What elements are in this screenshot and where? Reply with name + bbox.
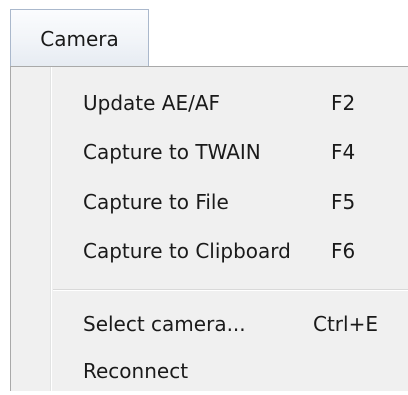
camera-menu-button[interactable]: Camera bbox=[10, 9, 149, 67]
menu-item-update-ae-af[interactable]: Update AE/AF F2 bbox=[11, 79, 408, 127]
menu-item-capture-to-clipboard[interactable]: Capture to Clipboard F6 bbox=[11, 227, 408, 275]
menu-separator bbox=[53, 289, 408, 291]
camera-menu-label: Camera bbox=[40, 26, 119, 51]
menu-item-label: Capture to Clipboard bbox=[83, 239, 291, 263]
menu-item-reconnect[interactable]: Reconnect bbox=[11, 347, 408, 395]
menu-item-label: Update AE/AF bbox=[83, 91, 221, 115]
menu-item-capture-to-file[interactable]: Capture to File F5 bbox=[11, 178, 408, 226]
menu-item-label: Capture to File bbox=[83, 190, 229, 214]
menu-item-shortcut: F2 bbox=[331, 91, 356, 115]
menu-item-shortcut: Ctrl+E bbox=[313, 312, 378, 336]
menu-item-label: Reconnect bbox=[83, 359, 189, 383]
menu-item-shortcut: F4 bbox=[331, 140, 356, 164]
camera-dropdown-menu: Update AE/AF F2 Capture to TWAIN F4 Capt… bbox=[10, 66, 408, 391]
menu-item-label: Select camera... bbox=[83, 312, 246, 336]
menu-item-label: Capture to TWAIN bbox=[83, 140, 261, 164]
menu-item-capture-to-twain[interactable]: Capture to TWAIN F4 bbox=[11, 128, 408, 176]
menu-item-shortcut: F5 bbox=[331, 190, 356, 214]
menu-item-shortcut: F6 bbox=[331, 239, 356, 263]
menu-item-select-camera[interactable]: Select camera... Ctrl+E bbox=[11, 300, 408, 348]
